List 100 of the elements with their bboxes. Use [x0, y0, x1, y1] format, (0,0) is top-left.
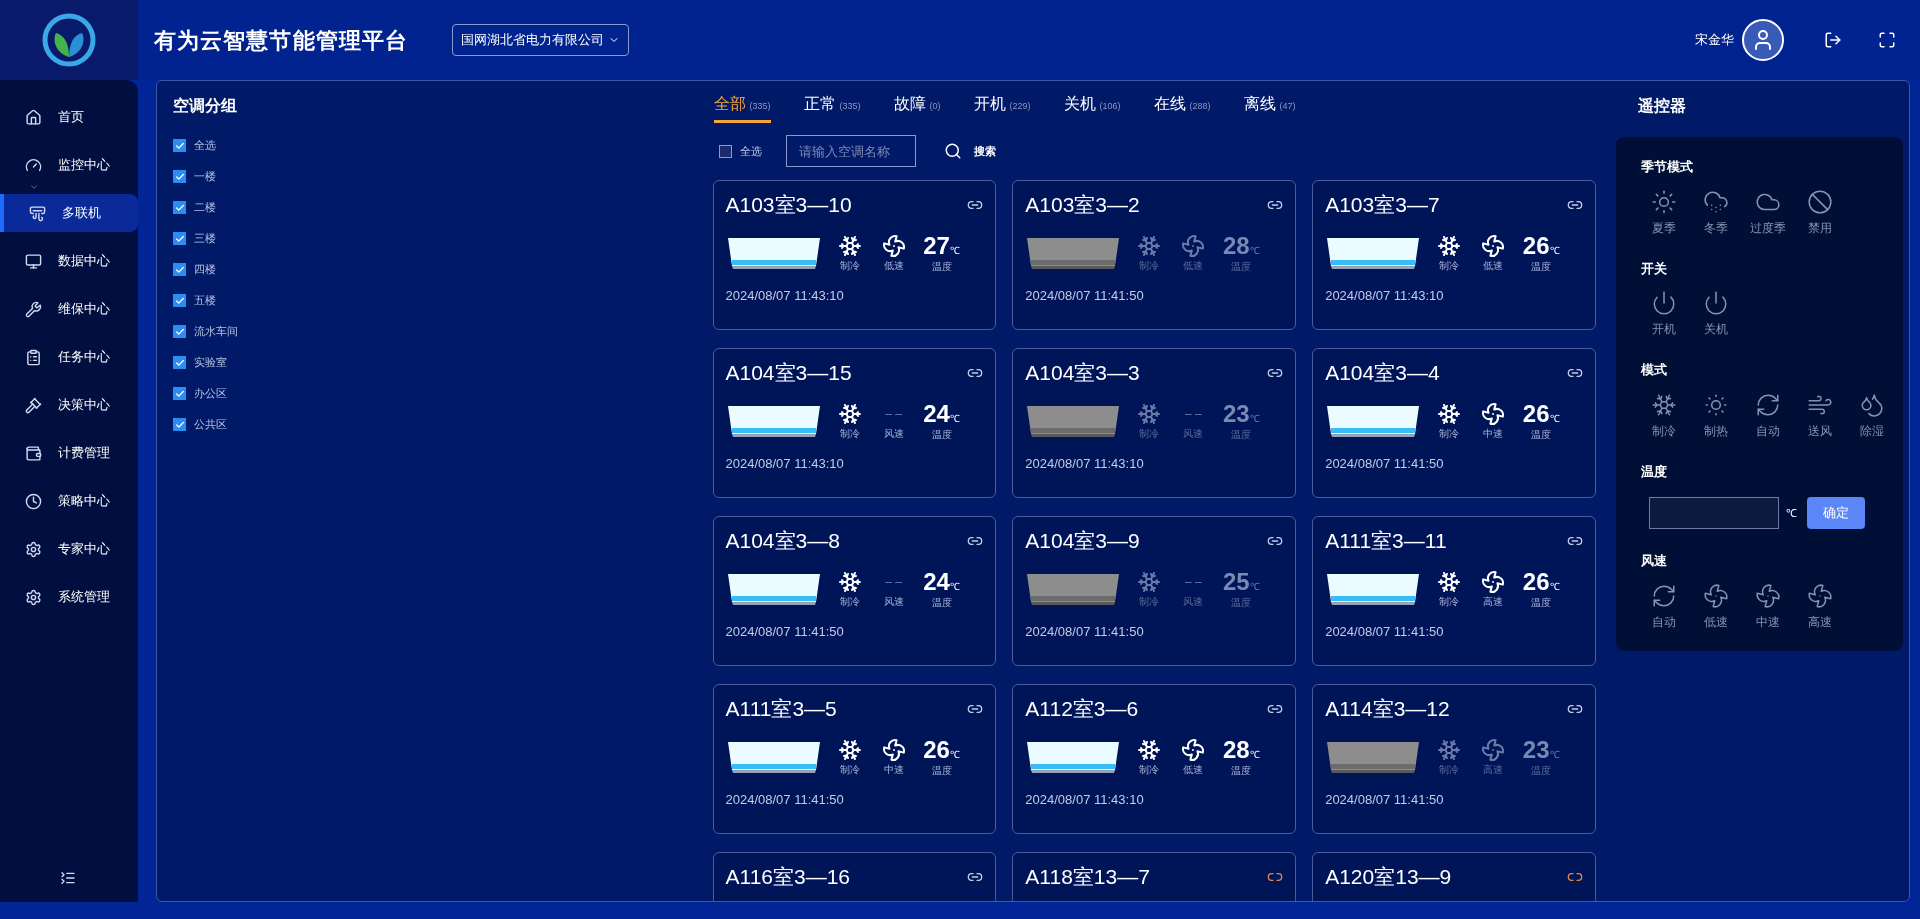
group-label: 五楼: [194, 293, 216, 309]
status-tab[interactable]: 开机 (229): [973, 92, 1031, 123]
nav-item[interactable]: 策略中心: [0, 482, 138, 520]
temperature-unit: ℃: [949, 580, 960, 594]
status-tab[interactable]: 关机 (106): [1063, 92, 1121, 123]
unit-card[interactable]: A111室3—11 制冷 高速 26℃ 温度 2024/08/07 11:41:50: [1312, 516, 1596, 666]
unit-card[interactable]: A118室13—7: [1012, 852, 1297, 901]
speed-label: 高速: [1483, 594, 1504, 609]
mode-label: 制冷: [1439, 594, 1460, 609]
unit-name: A104室3—3: [1025, 360, 1140, 386]
status-tab[interactable]: 在线 (288): [1153, 92, 1211, 123]
speed-label: 低速: [1183, 258, 1204, 273]
status-tab[interactable]: 故障 (0): [893, 92, 941, 123]
nav-item[interactable]: 任务中心: [0, 338, 138, 376]
group-checkbox[interactable]: [173, 139, 186, 152]
fan-icon: [1481, 401, 1506, 426]
nav-item[interactable]: 数据中心: [0, 242, 138, 280]
nav-item[interactable]: 多联机: [0, 194, 138, 232]
option-label: 送风: [1808, 422, 1832, 440]
snowflake-icon: [1437, 401, 1462, 426]
update-time: 2024/08/07 11:41:50: [725, 790, 845, 809]
option-label: 中速: [1756, 613, 1780, 631]
fullscreen-icon[interactable]: [1878, 31, 1896, 49]
group-checkbox[interactable]: [173, 201, 186, 214]
temperature-unit: ℃: [1249, 412, 1260, 426]
sun-icon[interactable]: [1651, 188, 1677, 215]
search-button[interactable]: 搜索: [973, 142, 996, 160]
air-conditioner-icon: [29, 204, 46, 222]
group-checkbox[interactable]: [173, 418, 186, 431]
unit-card[interactable]: A114室3—12 制冷 高速 23℃ 温度 2024/08/07 11:41:50: [1312, 684, 1596, 834]
nav-item[interactable]: 专家中心: [0, 530, 138, 568]
unit-card[interactable]: A112室3—6 制冷 低速 28℃ 温度 2024/08/07 11:43:10: [1012, 684, 1297, 834]
power-icon[interactable]: [1651, 290, 1677, 316]
select-all-label: 全选: [739, 143, 762, 159]
nav-item[interactable]: 决策中心: [0, 386, 138, 424]
unit-card[interactable]: A111室3—5 制冷 中速 26℃ 温度 2024/08/07 11:41:50: [712, 684, 997, 834]
update-time: 2024/08/07 11:41:50: [1025, 622, 1145, 641]
snowflake-icon: [1137, 569, 1162, 594]
status-tab[interactable]: 正常 (335): [803, 92, 861, 123]
option-label: 自动: [1756, 422, 1780, 440]
nav-item[interactable]: 首页: [0, 98, 138, 136]
group-checkbox[interactable]: [173, 294, 186, 307]
ban-icon[interactable]: [1807, 188, 1833, 215]
temperature-value: 28: [1222, 232, 1250, 259]
collapse-icon[interactable]: [60, 870, 76, 886]
nav-item[interactable]: 维保中心: [0, 290, 138, 328]
temperature-label: 温度: [1531, 595, 1552, 610]
unit-card[interactable]: A103室3—7 制冷 低速 26℃ 温度 2024/08/07 11:43:10: [1312, 180, 1596, 330]
logout-icon[interactable]: [1824, 31, 1842, 49]
temperature-unit: ℃: [1249, 748, 1260, 762]
fan-icon[interactable]: [1807, 582, 1833, 609]
select-all-checkbox[interactable]: [718, 144, 732, 158]
fan-icon[interactable]: [1755, 582, 1781, 609]
unit-card[interactable]: A116室3—16: [712, 852, 997, 901]
unit-name: A114室3—12: [1325, 696, 1450, 722]
group-checkbox[interactable]: [173, 356, 186, 369]
fan-icon[interactable]: [1703, 582, 1729, 609]
snow-cloud-icon[interactable]: [1703, 188, 1729, 215]
option-label: 过度季: [1750, 219, 1786, 237]
temperature-input[interactable]: [1649, 497, 1779, 529]
company-dropdown[interactable]: 国网湖北省电力有限公司: [452, 24, 630, 56]
group-label: 流水车间: [194, 324, 238, 340]
group-checkbox[interactable]: [173, 232, 186, 245]
section-title: 季节模式: [1641, 158, 1694, 176]
temperature-value: 26: [1522, 568, 1550, 595]
group-checkbox[interactable]: [173, 325, 186, 338]
nav-item[interactable]: 监控中心: [0, 146, 138, 184]
unit-card[interactable]: A103室3—2 制冷 低速 28℃ 温度 2024/08/07 11:41:50: [1012, 180, 1297, 330]
unit-card[interactable]: A104室3—8 制冷 – – 风速 24℃ 温度 2024/08/07 11:41:50: [712, 516, 997, 666]
search-field[interactable]: 请输入空调名称: [785, 135, 916, 167]
temperature-unit: ℃: [949, 244, 960, 258]
nav-item[interactable]: 系统管理: [0, 578, 138, 616]
unit-card[interactable]: A104室3—9 制冷 – – 风速 25℃ 温度 2024/08/07 11:41:50: [1012, 516, 1297, 666]
power-icon[interactable]: [1703, 290, 1729, 316]
unit-card[interactable]: A103室3—10 制冷 低速 27℃ 温度 2024/08/07 11:43:10: [712, 180, 997, 330]
group-checkbox[interactable]: [173, 263, 186, 276]
remote-title: 遥控器: [1637, 96, 1687, 116]
checklist-icon: [25, 348, 42, 366]
nav-item[interactable]: 计费管理: [0, 434, 138, 472]
mode-label: 制冷: [839, 762, 860, 777]
app-title: 有为云智慧节能管理平台: [154, 26, 409, 55]
unit-card[interactable]: A104室3—4 制冷 中速 26℃ 温度 2024/08/07 11:41:50: [1312, 348, 1596, 498]
temperature-unit: ℃: [949, 748, 960, 762]
snowflake-icon[interactable]: [1651, 391, 1677, 418]
snowflake-icon: [1137, 401, 1162, 426]
group-checkbox[interactable]: [173, 387, 186, 400]
unit-card[interactable]: A104室3—3 制冷 – – 风速 23℃ 温度 2024/08/07 11:43:10: [1012, 348, 1297, 498]
avatar[interactable]: [1742, 19, 1784, 61]
update-time: 2024/08/07 11:43:10: [725, 454, 845, 473]
wallet-icon: [25, 444, 42, 462]
group-checkbox[interactable]: [173, 170, 186, 183]
unit-card[interactable]: A120室13—9: [1312, 852, 1596, 901]
status-tab[interactable]: 全部 (335): [713, 92, 771, 123]
group-label: 二楼: [194, 200, 216, 216]
group-label: 实验室: [194, 355, 227, 371]
status-tab[interactable]: 离线 (47): [1243, 92, 1296, 123]
search-icon[interactable]: [943, 142, 962, 160]
group-title: 空调分组: [173, 96, 238, 116]
fan-icon: [1481, 737, 1506, 762]
unit-card[interactable]: A104室3—15 制冷 – – 风速 24℃ 温度 2024/08/07 11:43:10: [712, 348, 997, 498]
